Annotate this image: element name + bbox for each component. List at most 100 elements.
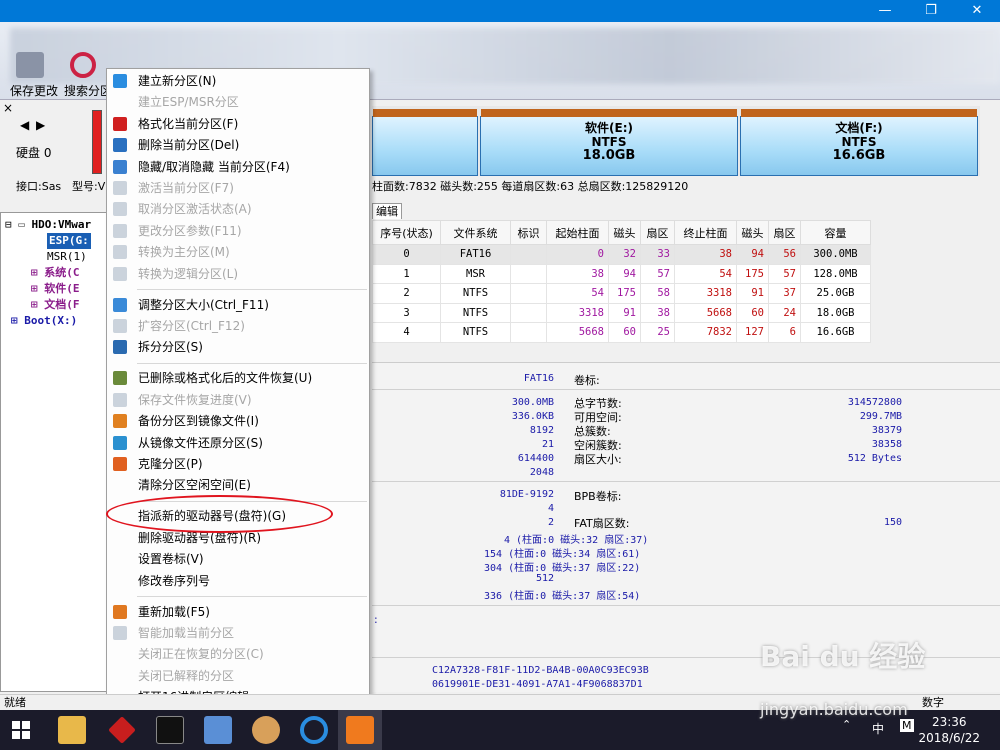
- terminal-icon[interactable]: [156, 716, 184, 744]
- col-fs[interactable]: 文件系统: [440, 220, 511, 245]
- menu-item-12[interactable]: 拆分分区(S): [138, 337, 203, 357]
- next-disk-arrow-icon[interactable]: ▶: [36, 118, 45, 132]
- tree-item-system[interactable]: ⊞ 系统(C: [31, 265, 80, 281]
- disk-capacity-bar: [92, 110, 102, 174]
- paint-icon[interactable]: [252, 716, 280, 744]
- menu-item-14: 保存文件恢复进度(V): [138, 392, 252, 407]
- menu-item-17[interactable]: 克隆分区(P): [138, 454, 203, 474]
- col-id[interactable]: 标识: [510, 220, 547, 245]
- menu-item-icon: [113, 138, 127, 153]
- menu-item-icon: [113, 392, 127, 407]
- save-changes-button[interactable]: 保存更改: [10, 82, 58, 99]
- table-cell: FAT16: [440, 244, 511, 265]
- ime-mode[interactable]: M: [900, 719, 914, 732]
- app-red-icon[interactable]: [108, 716, 136, 744]
- table-cell: 58: [640, 283, 675, 304]
- table-cell: 175: [736, 263, 769, 284]
- menu-item-16[interactable]: 从镜像文件还原分区(S): [138, 433, 263, 453]
- detail-value: 2048: [529, 467, 554, 478]
- col-end-head[interactable]: 磁头: [736, 220, 769, 245]
- table-row[interactable]: 2 NTFS 54 175 58 3318 91 37 25.0GB: [372, 283, 871, 304]
- ie-browser-icon[interactable]: [300, 716, 328, 744]
- table-cell: [510, 244, 547, 265]
- disk-tree[interactable]: ⊟ ▭ HDO:VMwar ESP(G: MSR(1) ⊞ 系统(C ⊞ 软件(…: [0, 212, 108, 692]
- tray-arrow-icon[interactable]: ⌃: [842, 718, 851, 731]
- menu-item-0[interactable]: 建立新分区(N): [138, 71, 216, 91]
- tree-item-msr[interactable]: MSR(1): [47, 249, 87, 265]
- menu-item-10[interactable]: 调整分区大小(Ctrl_F11): [138, 295, 269, 315]
- tree-item-docs[interactable]: ⊞ 文档(F: [31, 297, 80, 313]
- computer-icon[interactable]: [204, 716, 232, 744]
- menu-item-9: 转换为逻辑分区(L): [138, 266, 239, 281]
- menu-item-7: 更改分区参数(F11): [138, 223, 242, 238]
- partition-box-software[interactable]: 软件(E:) NTFS 18.0GB: [480, 109, 738, 176]
- menu-item-icon: [113, 414, 127, 429]
- prev-disk-arrow-icon[interactable]: ◀: [20, 118, 29, 132]
- table-cell: 3318: [674, 283, 737, 304]
- col-capacity[interactable]: 容量: [800, 220, 871, 245]
- menu-item-1: 建立ESP/MSR分区: [138, 95, 239, 110]
- partition-box-docs[interactable]: 文档(F:) NTFS 16.6GB: [740, 109, 978, 176]
- menu-item-3[interactable]: 删除当前分区(Del): [138, 135, 239, 155]
- table-row[interactable]: 0 FAT16 0 32 33 38 94 56 300.0MB: [372, 244, 871, 265]
- tree-item-boot[interactable]: ⊞ Boot(X:): [11, 313, 77, 329]
- table-cell: [510, 283, 547, 304]
- tab-edit[interactable]: 编辑: [372, 203, 402, 219]
- table-cell: 127: [736, 322, 769, 343]
- table-cell: 128.0MB: [800, 263, 871, 284]
- menu-item-8: 转换为主分区(M): [138, 245, 230, 260]
- file-explorer-icon[interactable]: [58, 716, 86, 744]
- close-button[interactable]: ✕: [954, 0, 1000, 22]
- tree-item-esp[interactable]: ESP(G:: [47, 233, 91, 249]
- ime-indicator[interactable]: 中: [872, 720, 884, 737]
- tree-item-software[interactable]: ⊞ 软件(E: [31, 281, 80, 297]
- menu-item-5: 激活当前分区(F7): [138, 181, 234, 195]
- partition-fs: NTFS: [591, 135, 627, 149]
- table-cell: [510, 263, 547, 284]
- col-start-sector[interactable]: 扇区: [640, 220, 675, 245]
- menu-item-15[interactable]: 备份分区到镜像文件(I): [138, 411, 259, 431]
- menu-item-icon: [113, 604, 127, 619]
- table-cell: 24: [768, 302, 801, 323]
- menu-item-icon: [113, 266, 127, 281]
- search-partition-button[interactable]: 搜索分区: [64, 82, 112, 99]
- col-start-cyl[interactable]: 起始柱面: [546, 220, 609, 245]
- menu-item-13[interactable]: 已删除或格式化后的文件恢复(U): [138, 368, 312, 388]
- windows-start-icon[interactable]: [12, 721, 30, 739]
- colon-label: :: [374, 613, 378, 626]
- context-menu: 建立新分区(N) 建立ESP/MSR分区格式化当前分区(F) 删除当前分区(Del)…: [106, 68, 370, 710]
- menu-item-4[interactable]: 隐藏/取消隐藏 当前分区(F4): [138, 157, 290, 177]
- bpb-label: BPB卷标:: [574, 490, 622, 503]
- table-cell: 1: [372, 263, 441, 284]
- col-end-cyl[interactable]: 终止柱面: [674, 220, 737, 245]
- col-index[interactable]: 序号(状态): [372, 220, 441, 245]
- col-end-sector[interactable]: 扇区: [768, 220, 801, 245]
- table-row[interactable]: 3 NTFS 3318 91 38 5668 60 24 18.0GB: [372, 302, 871, 323]
- volume-label: 卷标:: [574, 374, 600, 387]
- partition-box-system[interactable]: [372, 109, 478, 176]
- col-start-head[interactable]: 磁头: [608, 220, 641, 245]
- type-guid: C12A7328-F81F-11D2-BA4B-00A0C93EC93B: [432, 665, 649, 676]
- menu-item-22[interactable]: 修改卷序列号: [138, 571, 210, 591]
- maximize-button[interactable]: ❐: [908, 0, 954, 22]
- tree-root-disk[interactable]: ⊟ ▭ HDO:VMwar: [5, 217, 91, 233]
- table-row[interactable]: 1 MSR 38 94 57 54 175 57 128.0MB: [372, 263, 871, 284]
- menu-item-icon: [113, 116, 127, 131]
- table-cell: [510, 322, 547, 343]
- menu-item-23[interactable]: 重新加载(F5): [138, 602, 210, 622]
- diskgenius-taskbar-button[interactable]: [338, 710, 382, 750]
- menu-item-25: 关闭正在恢复的分区(C): [138, 647, 264, 662]
- menu-item-21[interactable]: 设置卷标(V): [138, 549, 204, 569]
- menu-separator: [137, 362, 367, 364]
- minimize-button[interactable]: —: [862, 0, 908, 22]
- table-cell: 18.0GB: [800, 302, 871, 323]
- table-cell: NTFS: [440, 283, 511, 304]
- table-row[interactable]: 4 NTFS 5668 60 25 7832 127 6 16.6GB: [372, 322, 871, 343]
- menu-item-18[interactable]: 清除分区空闲空间(E): [138, 475, 251, 495]
- partition-name: 文档(F:): [835, 121, 883, 135]
- table-cell: 7832: [674, 322, 737, 343]
- menu-item-2[interactable]: 格式化当前分区(F): [138, 114, 238, 134]
- system-clock[interactable]: 23:36 2018/6/22: [918, 714, 980, 746]
- table-cell: 94: [736, 244, 769, 265]
- close-panel-icon[interactable]: ×: [3, 101, 13, 115]
